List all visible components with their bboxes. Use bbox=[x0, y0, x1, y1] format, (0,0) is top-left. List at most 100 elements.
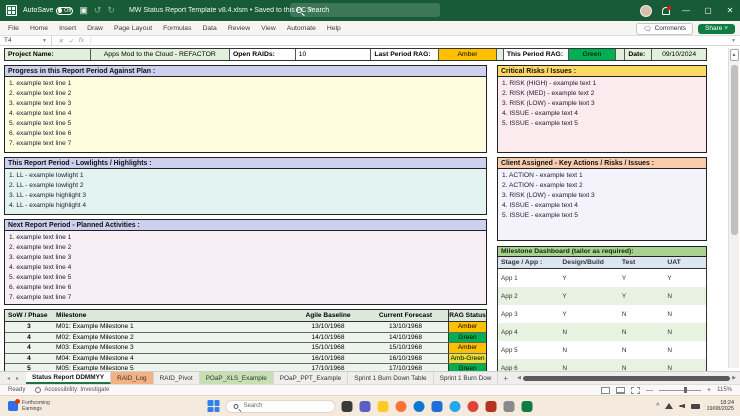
share-button[interactable]: Share ˅ bbox=[698, 24, 735, 34]
autosave-control[interactable]: AutoSave Off bbox=[23, 7, 73, 15]
date-value[interactable]: 09/10/2024 bbox=[652, 49, 706, 60]
redo-icon[interactable]: ↻ bbox=[107, 5, 115, 16]
formula-bar-expand-icon[interactable]: ▼ bbox=[731, 36, 740, 45]
sheet-tab[interactable]: RAID_Pivot bbox=[154, 372, 200, 384]
clock[interactable]: 18:24 19/08/2025 bbox=[706, 400, 734, 413]
sheet-tab[interactable]: POaP_PPT_Example bbox=[274, 372, 348, 384]
cancel-formula-icon[interactable]: ✕ bbox=[58, 37, 63, 45]
table-row[interactable]: 3 M01: Example Milestone 1 13/10/1968 13… bbox=[5, 322, 486, 333]
minimize-button[interactable]: — bbox=[680, 6, 692, 15]
autosave-toggle[interactable]: Off bbox=[56, 7, 73, 15]
ribbon-tab[interactable]: Automate bbox=[287, 25, 316, 32]
table-row[interactable]: 5 M05: Example Milestone 5 17/10/1968 17… bbox=[5, 364, 486, 371]
ribbon-tab[interactable]: Formulas bbox=[163, 25, 191, 32]
firefox-icon[interactable] bbox=[396, 401, 407, 412]
excel-icon[interactable] bbox=[522, 401, 533, 412]
ribbon-tab[interactable]: Insert bbox=[59, 25, 76, 32]
critical-risks-section-body[interactable]: 1. RISK (HIGH) - example text 12. RISK (… bbox=[497, 77, 707, 153]
sheet-tab[interactable]: RAID_Log bbox=[111, 372, 154, 384]
table-row[interactable]: 4 M04: Example Milestone 4 16/10/1968 16… bbox=[5, 354, 486, 365]
widgets-button[interactable]: Forthcoming Earnings bbox=[0, 400, 58, 412]
normal-view-icon[interactable] bbox=[601, 387, 610, 394]
file-explorer-icon[interactable] bbox=[378, 401, 389, 412]
sheet-tab[interactable]: Status Report DDMMYY bbox=[26, 372, 111, 384]
zoom-level[interactable]: 115% bbox=[717, 387, 732, 393]
table-row[interactable]: App 2 Y Y N bbox=[498, 287, 706, 305]
next-sheet-icon[interactable]: ▸ bbox=[16, 375, 19, 382]
ribbon-tab[interactable]: Draw bbox=[87, 25, 103, 32]
battery-icon[interactable] bbox=[691, 404, 700, 409]
undo-icon[interactable]: ↺ bbox=[94, 5, 102, 16]
table-row[interactable]: App 3 Y N N bbox=[498, 305, 706, 323]
table-row[interactable]: App 5 N N N bbox=[498, 341, 706, 359]
vertical-scrollbar[interactable]: ▲ bbox=[728, 48, 739, 368]
user-avatar[interactable] bbox=[640, 5, 652, 17]
table-row[interactable]: App 4 N N N bbox=[498, 323, 706, 341]
confirm-formula-icon[interactable]: ✓ bbox=[68, 37, 73, 45]
volume-icon[interactable] bbox=[679, 404, 685, 409]
client-assigned-section-body[interactable]: 1. ACTION - example text 12. ACTION - ex… bbox=[497, 169, 707, 241]
sheet-tab[interactable]: Sprint 1 Burn Dow bbox=[434, 372, 499, 384]
horizontal-scrollbar[interactable]: ◀ ▶ bbox=[513, 372, 740, 384]
this-period-rag-value[interactable]: Green bbox=[569, 49, 617, 60]
scroll-right-icon[interactable]: ▶ bbox=[732, 375, 736, 381]
zoom-slider-thumb[interactable] bbox=[684, 387, 687, 393]
defender-icon[interactable] bbox=[486, 401, 497, 412]
table-row[interactable]: App 6 N N N bbox=[498, 359, 706, 371]
scroll-left-icon[interactable]: ◀ bbox=[517, 375, 521, 381]
vscode-icon[interactable] bbox=[450, 401, 461, 412]
page-break-view-icon[interactable] bbox=[631, 387, 640, 394]
project-name-value[interactable]: Apps Mod to the Cloud - REFACTOR bbox=[91, 49, 230, 60]
titlebar-search[interactable]: Search bbox=[290, 3, 440, 17]
scroll-up-icon[interactable]: ▲ bbox=[730, 49, 739, 61]
start-button[interactable] bbox=[208, 400, 220, 412]
task-view-icon[interactable] bbox=[342, 401, 353, 412]
horizontal-scroll-thumb[interactable] bbox=[523, 376, 730, 381]
tray-expand-icon[interactable]: ^ bbox=[656, 403, 659, 410]
zoom-in-button[interactable]: + bbox=[707, 387, 711, 394]
progress-section-body[interactable]: 1. example text line 12. example text li… bbox=[4, 77, 487, 153]
planned-section-body[interactable]: 1. example text line 12. example text li… bbox=[4, 231, 487, 305]
notifications-bell-icon[interactable] bbox=[662, 7, 670, 15]
zoom-out-button[interactable]: — bbox=[646, 387, 653, 394]
chevron-down-icon[interactable]: ▼ bbox=[42, 38, 47, 44]
milestone-cell: M04: Example Milestone 4 bbox=[53, 354, 293, 364]
taskbar-search[interactable]: Search bbox=[226, 400, 336, 413]
open-raids-value[interactable]: 10 bbox=[296, 49, 372, 60]
edge-icon[interactable] bbox=[414, 401, 425, 412]
sheet-tab[interactable]: POaP_XLS_Example bbox=[200, 372, 274, 384]
close-button[interactable]: ✕ bbox=[724, 6, 736, 15]
ribbon-tab[interactable]: Review bbox=[228, 25, 250, 32]
save-icon[interactable]: ▣ bbox=[79, 5, 88, 16]
ribbon-tab[interactable]: View bbox=[261, 25, 276, 32]
vertical-scroll-thumb[interactable] bbox=[731, 65, 738, 235]
page-layout-view-icon[interactable] bbox=[616, 387, 625, 394]
wifi-icon[interactable] bbox=[665, 403, 673, 409]
ribbon-tab[interactable]: Page Layout bbox=[114, 25, 152, 32]
teams-icon[interactable] bbox=[360, 401, 371, 412]
restore-button[interactable]: ▢ bbox=[702, 6, 714, 15]
lowlights-section-body[interactable]: 1. LL - example lowlight 12. LL - exampl… bbox=[4, 169, 487, 215]
add-sheet-button[interactable]: + bbox=[498, 372, 513, 384]
last-period-rag-value[interactable]: Amber bbox=[439, 49, 497, 60]
formula-input[interactable] bbox=[91, 36, 731, 45]
sheet-tab[interactable]: Sprint 1 Burn Down Table bbox=[348, 372, 433, 384]
chrome-icon[interactable] bbox=[468, 401, 479, 412]
comments-button[interactable]: 🗨 Comments bbox=[636, 23, 693, 35]
ribbon-tab[interactable]: Data bbox=[202, 25, 216, 32]
prev-sheet-icon[interactable]: ◂ bbox=[7, 375, 10, 382]
fx-icon[interactable]: fx bbox=[79, 37, 84, 44]
ribbon-tab[interactable]: Home bbox=[30, 25, 48, 32]
name-box[interactable]: T4 ▼ bbox=[0, 36, 52, 45]
ribbon-tab[interactable]: File bbox=[8, 25, 19, 32]
table-row[interactable]: 4 M02: Example Milestone 2 14/10/1968 14… bbox=[5, 333, 486, 344]
zoom-slider[interactable] bbox=[659, 390, 701, 391]
worksheet-area[interactable]: Project Name: Apps Mod to the Cloud - RE… bbox=[0, 46, 740, 371]
ribbon-tab[interactable]: Help bbox=[327, 25, 341, 32]
table-row[interactable]: App 1 Y Y Y bbox=[498, 269, 706, 287]
table-row[interactable]: 4 M03: Example Milestone 3 15/10/1968 15… bbox=[5, 343, 486, 354]
calculator-icon[interactable] bbox=[504, 401, 515, 412]
accessibility-status[interactable]: Accessibility: Investigate bbox=[35, 387, 109, 393]
photos-icon[interactable] bbox=[432, 401, 443, 412]
excel-window: AutoSave Off ▣ ↺ ↻ MW Status Report Temp… bbox=[0, 0, 740, 416]
